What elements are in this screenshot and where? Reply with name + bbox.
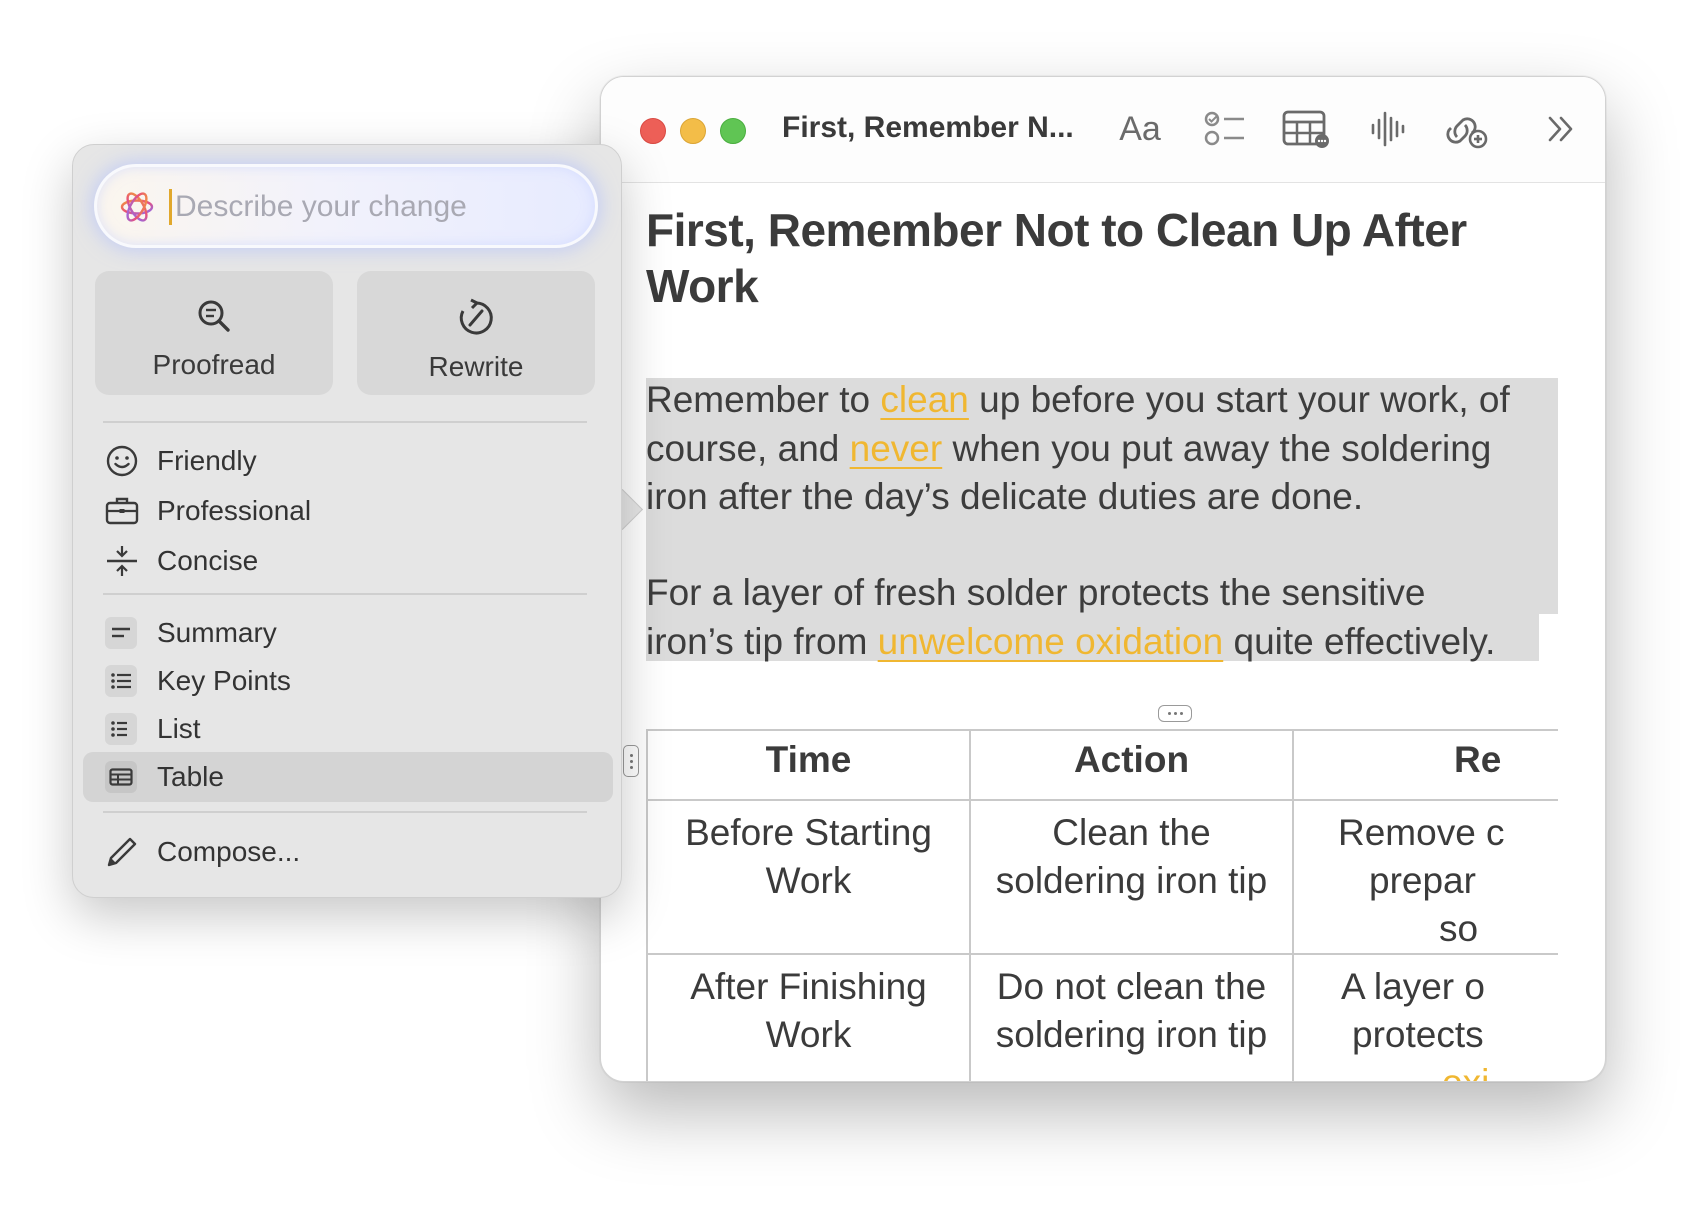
table-column-handle[interactable] — [1158, 705, 1192, 722]
highlight-unwelcome-oxidation[interactable]: unwelcome oxidation — [878, 621, 1224, 662]
menu-item-label: Compose... — [157, 836, 301, 867]
table-cell-line: protects — [1352, 1014, 1484, 1055]
menu-item-table[interactable]: Table — [83, 752, 613, 802]
table-row: After Finishing Work Do not clean the so… — [646, 953, 1558, 1081]
menu-item-label: Friendly — [157, 445, 257, 476]
describe-change-field[interactable] — [97, 167, 595, 245]
table-header-result[interactable]: Re — [1292, 729, 1558, 801]
checklist-icon[interactable] — [1201, 107, 1249, 151]
table-cell[interactable]: Do not clean the soldering iron tip — [969, 953, 1294, 1081]
maximize-button[interactable] — [720, 118, 746, 144]
menu-item-label: Table — [157, 761, 224, 792]
summary-icon — [105, 617, 137, 649]
audio-waveform-icon[interactable] — [1366, 107, 1410, 151]
table-cell-line: Remove c — [1338, 812, 1505, 853]
paragraph-1-text-f: when you put away the soldering — [942, 427, 1492, 469]
document-title: First, Remember Not to Clean Up After Wo… — [646, 204, 1467, 312]
table-cell[interactable]: A layer o protects oxi — [1292, 953, 1558, 1081]
selection-edge — [1539, 614, 1558, 661]
document-heading: First, Remember Not to Clean Up After Wo… — [646, 202, 1560, 314]
rewrite-button[interactable]: Rewrite — [357, 271, 595, 395]
list-icon — [105, 713, 137, 745]
paragraph-1-text-c: up before you start your work, of — [968, 379, 1510, 420]
minimize-button[interactable] — [680, 118, 706, 144]
text-caret — [169, 189, 172, 225]
menu-item-friendly[interactable]: Friendly — [83, 436, 613, 486]
menu-item-label: Concise — [157, 545, 259, 576]
window-title: First, Remember N... — [782, 111, 1074, 144]
menu-item-label: List — [157, 713, 201, 744]
menu-item-list[interactable]: List — [83, 704, 613, 754]
menu-item-professional[interactable]: Professional — [83, 486, 613, 536]
table-icon[interactable] — [1281, 107, 1333, 151]
table-cell-line: A layer o — [1341, 966, 1485, 1007]
paragraph-2-text-d: quite effectively. — [1223, 620, 1496, 662]
table-cell[interactable]: Clean the soldering iron tip — [969, 799, 1294, 955]
proofread-button[interactable]: Proofread — [95, 271, 333, 395]
apple-intelligence-icon — [120, 192, 154, 222]
magnifier-icon — [198, 300, 230, 332]
table-header-action[interactable]: Action — [969, 729, 1294, 801]
paragraph-2-text-b: iron’s tip from — [646, 620, 878, 662]
collaborate-icon[interactable] — [1443, 107, 1491, 151]
table-cell-line: oxi — [1334, 1059, 1558, 1081]
divider — [103, 593, 587, 595]
menu-item-summary[interactable]: Summary — [83, 608, 613, 658]
menu-item-label: Key Points — [157, 665, 291, 696]
chevron-double-right-icon[interactable] — [1541, 107, 1581, 151]
close-button[interactable] — [640, 118, 666, 144]
menu-item-compose[interactable]: Compose... — [83, 827, 613, 877]
table-cell[interactable]: Remove c prepar so — [1292, 799, 1558, 955]
writing-tools-popover: Proofread Rewrite Friendly Professional … — [72, 144, 622, 898]
table-cell[interactable]: After Finishing Work — [646, 953, 971, 1081]
notes-window: First, Remember N... Aa First, Remember … — [600, 76, 1606, 1082]
highlight-never[interactable]: never — [850, 428, 943, 469]
table-icon — [105, 761, 137, 793]
data-table: Time Action Re Before Starting Work Clea… — [646, 729, 1558, 1081]
table-header-time[interactable]: Time — [646, 729, 971, 801]
smiley-icon — [105, 444, 139, 478]
concise-icon — [105, 544, 139, 578]
rewrite-icon — [459, 298, 493, 335]
menu-item-key-points[interactable]: Key Points — [83, 656, 613, 706]
paragraph-2[interactable]: For a layer of fresh solder protects the… — [646, 569, 1495, 666]
rewrite-label: Rewrite — [428, 351, 524, 382]
highlight-clean[interactable]: clean — [880, 379, 968, 420]
pencil-icon — [105, 835, 139, 869]
table-row: Before Starting Work Clean the soldering… — [646, 799, 1558, 955]
proofread-label: Proofread — [152, 349, 276, 380]
toolbar: First, Remember N... Aa — [601, 77, 1605, 183]
briefcase-icon — [105, 494, 139, 528]
table-cell[interactable]: Before Starting Work — [646, 799, 971, 955]
paragraph-1-text-d: course, and — [646, 427, 850, 469]
describe-change-input[interactable] — [173, 185, 577, 229]
menu-item-concise[interactable]: Concise — [83, 536, 613, 586]
format-text-button[interactable]: Aa — [1116, 107, 1164, 151]
menu-item-label: Summary — [157, 617, 277, 648]
table-cell-line: prepar — [1369, 860, 1476, 901]
paragraph-1-text-g: iron after the day’s delicate duties are… — [646, 476, 1364, 517]
menu-item-label: Professional — [157, 495, 312, 526]
paragraph-1-text-a: Remember to — [646, 379, 881, 420]
table-row-handle[interactable] — [623, 745, 639, 777]
bullet-list-icon — [105, 665, 137, 697]
table-header-row: Time Action Re — [646, 729, 1558, 801]
divider — [103, 811, 587, 813]
table-cell-line: so — [1439, 908, 1479, 949]
paragraph-1[interactable]: Remember to clean up before you start yo… — [646, 376, 1510, 522]
paragraph-2-text-a: For a layer of fresh solder protects the… — [646, 572, 1426, 613]
